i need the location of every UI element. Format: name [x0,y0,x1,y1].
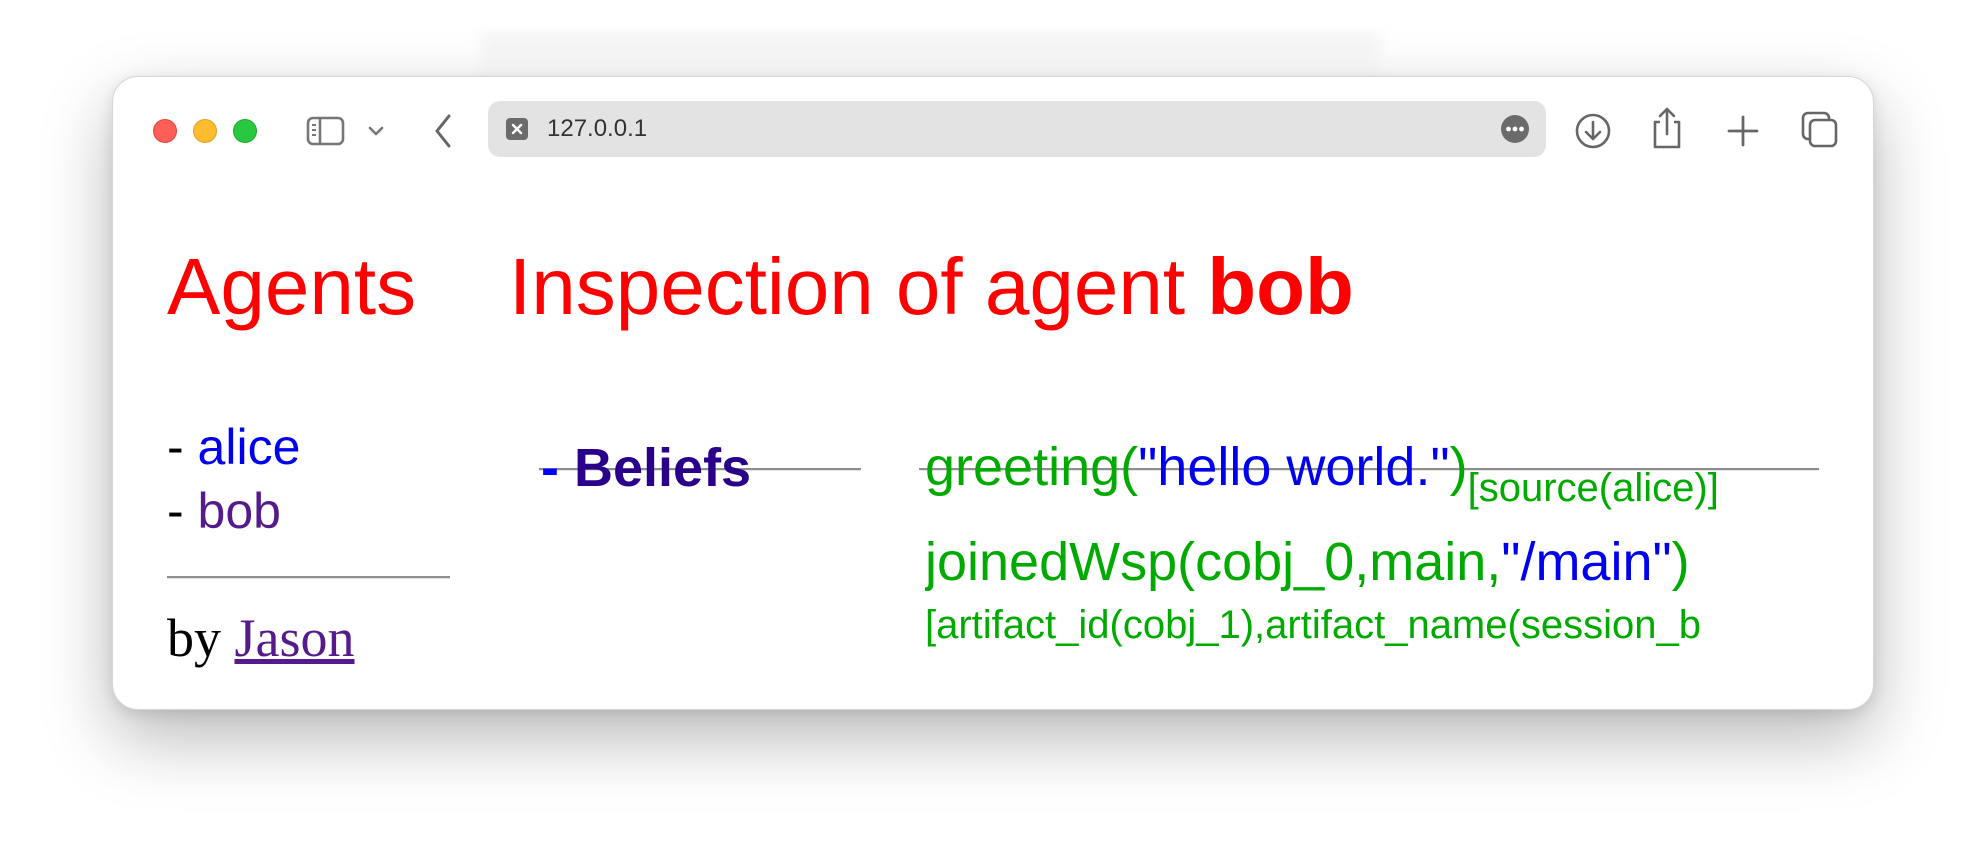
zoom-window-button[interactable] [233,119,257,143]
belief-functor: joinedWsp(cobj_0,main, [925,532,1502,592]
beliefs-list: greeting("hello world.")[source(alice)] … [925,435,1815,647]
inspected-agent-name: bob [1207,242,1354,331]
url-text[interactable]: 127.0.0.1 [547,101,647,157]
jason-link[interactable]: Jason [235,608,355,668]
section-dash: - [541,438,574,498]
list-dash: - [167,419,198,475]
agents-heading: Agents [167,242,417,331]
sidebar-icon[interactable] [306,115,346,147]
credit-line: by Jason [167,607,355,669]
agent-list-item: - bob [167,479,300,543]
agent-link-bob[interactable]: bob [198,483,281,539]
belief-annotation: [artifact_id(cobj_1),artifact_name(sessi… [925,603,1701,647]
ellipsis-circle-icon[interactable] [1500,114,1530,144]
close-box-icon [506,118,528,140]
agent-list-item: - alice [167,415,300,479]
download-icon[interactable] [1573,111,1613,151]
belief-close: ) [1671,532,1690,592]
belief-item: joinedWsp(cobj_0,main,"/main") [artifact_… [925,535,1815,647]
page-content: Agents Inspection of agent bob - alice -… [113,181,1873,709]
inspection-heading: Inspection of agent bob [509,247,1354,327]
agent-list: - alice - bob [167,415,300,543]
belief-string: "/main" [1501,532,1672,592]
browser-window: 127.0.0.1 Agents Inspection of agent bob… [112,76,1874,710]
tab-overview-icon[interactable] [1799,109,1841,151]
belief-item: greeting("hello world.")[source(alice)] [925,435,1815,513]
belief-close: ) [1449,437,1468,497]
minimize-window-button[interactable] [193,119,217,143]
address-bar[interactable]: 127.0.0.1 [488,101,1546,157]
plus-icon[interactable] [1725,113,1761,149]
share-icon[interactable] [1649,105,1685,151]
chevron-down-icon[interactable] [365,123,387,139]
by-label: by [167,608,235,668]
belief-functor: greeting( [925,437,1139,497]
belief-string: "hello world." [1138,437,1450,497]
close-window-button[interactable] [153,119,177,143]
beliefs-label: Beliefs [574,438,752,498]
back-arrow-icon[interactable] [430,111,456,151]
agent-list-divider [167,576,450,579]
list-dash: - [167,483,198,539]
belief-annotation: [source(alice)] [1467,466,1719,510]
browser-toolbar: 127.0.0.1 [113,77,1873,181]
beliefs-section-toggle[interactable]: - Beliefs [541,437,751,499]
inspection-heading-prefix: Inspection of agent [509,242,1208,331]
agent-link-alice[interactable]: alice [198,419,301,475]
